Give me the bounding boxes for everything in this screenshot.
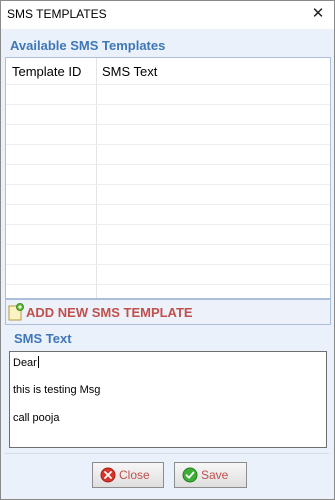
row-divider: [6, 224, 330, 225]
sms-templates-dialog: SMS TEMPLATES ✕ Available SMS Templates …: [0, 0, 335, 500]
column-divider: [96, 58, 97, 298]
column-header-template-id[interactable]: Template ID: [12, 64, 81, 79]
sms-text-label: SMS Text: [14, 331, 72, 346]
footer-divider: [5, 453, 329, 454]
cancel-circle-icon: [100, 467, 116, 483]
add-document-icon: [8, 303, 24, 324]
row-divider: [6, 164, 330, 165]
sms-text-line: call pooja: [13, 412, 60, 424]
title-bar: SMS TEMPLATES ✕: [1, 1, 334, 29]
close-button-label: Close: [119, 468, 150, 482]
check-circle-icon: [182, 467, 198, 483]
text-caret: [37, 356, 39, 368]
sms-text-input[interactable]: Dear this is testing Msg call pooja: [9, 351, 327, 448]
row-divider: [6, 144, 330, 145]
window-close-icon[interactable]: ✕: [310, 5, 326, 23]
row-divider: [6, 284, 330, 285]
row-divider: [6, 104, 330, 105]
save-button-label: Save: [201, 468, 229, 482]
grid-header: Template ID SMS Text: [6, 58, 330, 84]
row-divider: [6, 204, 330, 205]
row-divider: [6, 184, 330, 185]
row-divider: [6, 84, 330, 85]
add-new-template-label: ADD NEW SMS TEMPLATE: [26, 305, 193, 320]
row-divider: [6, 244, 330, 245]
available-templates-heading: Available SMS Templates: [10, 38, 166, 53]
templates-grid[interactable]: Template ID SMS Text: [5, 57, 331, 299]
add-new-template-button[interactable]: ADD NEW SMS TEMPLATE: [5, 299, 331, 325]
dialog-title: SMS TEMPLATES: [7, 7, 107, 21]
save-button[interactable]: Save: [174, 462, 247, 488]
row-divider: [6, 264, 330, 265]
column-header-sms-text[interactable]: SMS Text: [102, 64, 157, 79]
sms-text-line: Dear: [13, 356, 39, 369]
row-divider: [6, 124, 330, 125]
close-button[interactable]: Close: [92, 462, 164, 488]
sms-text-line: this is testing Msg: [13, 384, 101, 396]
